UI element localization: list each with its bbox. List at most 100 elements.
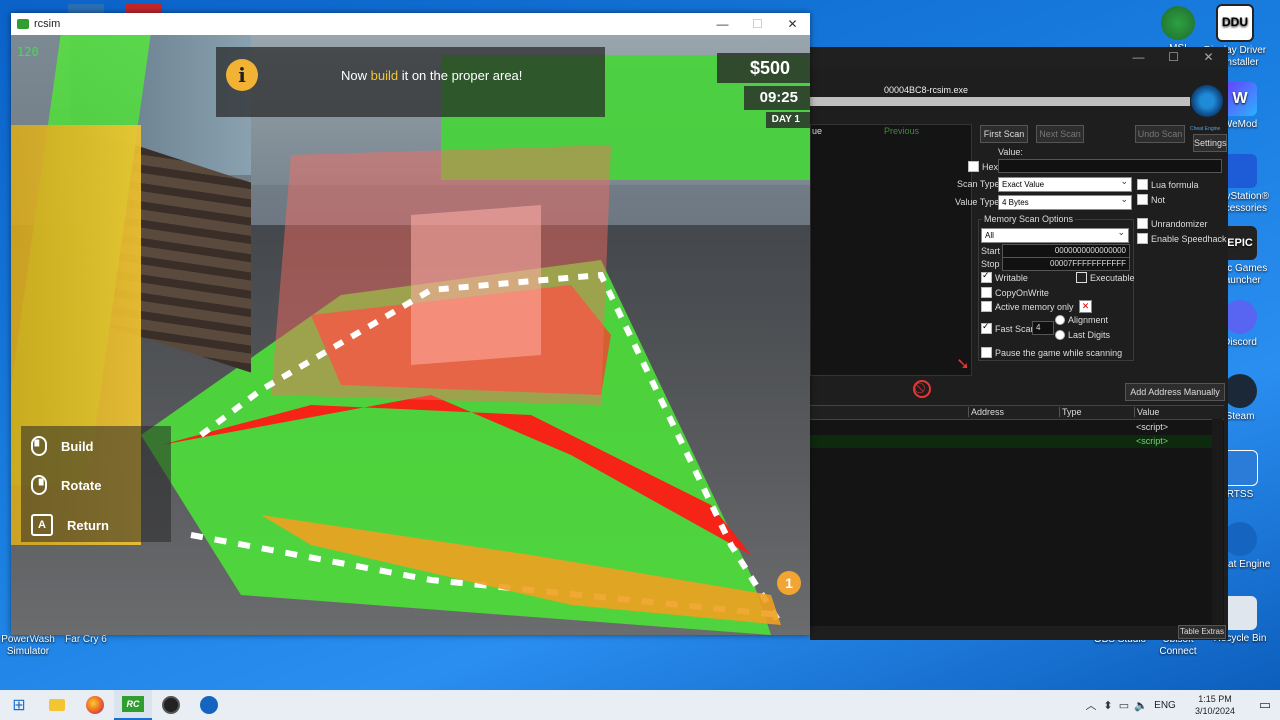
maximize-icon[interactable]: ☐ — [1156, 50, 1191, 64]
stop-input[interactable]: 00007FFFFFFFFFFF — [1002, 257, 1130, 271]
not-label: Not — [1151, 194, 1166, 205]
copyonwrite-checkbox[interactable]: CopyOnWrite — [981, 287, 1049, 298]
tray-clock[interactable]: 1:15 PM 3/10/2024 — [1180, 693, 1250, 717]
tray-volume-icon[interactable]: 🔈 — [1132, 699, 1150, 712]
unrandomizer-checkbox[interactable]: Unrandomizer — [1137, 218, 1208, 229]
game-window[interactable]: rcsim — ☐ ✕ 120 i Now build it on the pr… — [11, 13, 810, 635]
col-type[interactable]: Type — [1059, 407, 1134, 417]
stop-icon[interactable]: ⃠ — [913, 380, 931, 398]
checkbox-box[interactable] — [968, 161, 979, 172]
first-scan-button[interactable]: First Scan — [980, 125, 1028, 143]
cheat-engine-icon — [200, 696, 218, 714]
row-value: <script> — [1136, 436, 1169, 446]
checkbox-box[interactable] — [981, 301, 992, 312]
found-list[interactable]: ue Previous — [810, 124, 972, 376]
start-input[interactable]: 0000000000000000 — [1002, 244, 1130, 258]
lua-formula-checkbox[interactable]: Lua formula — [1137, 179, 1199, 190]
executable-checkbox[interactable]: Executable — [1076, 272, 1135, 283]
value-type-select[interactable]: 4 Bytes — [998, 193, 1132, 210]
minimize-icon[interactable]: — — [1121, 50, 1156, 64]
checkbox-box[interactable] — [981, 347, 992, 358]
tray-language[interactable]: ENG — [1150, 700, 1180, 711]
value-input[interactable] — [998, 159, 1222, 173]
table-extras-button[interactable]: Table Extras — [1178, 625, 1226, 639]
fast-scan-input[interactable]: 4 — [1032, 321, 1054, 335]
alignment-radio[interactable]: Alignment — [1055, 315, 1108, 325]
desktop-icon-label: Steam — [1225, 411, 1255, 422]
not-checkbox[interactable]: Not — [1137, 194, 1165, 205]
last-digits-radio[interactable]: Last Digits — [1055, 330, 1110, 340]
checkbox-box[interactable] — [1137, 194, 1148, 205]
add-address-button[interactable]: Add Address Manually — [1125, 383, 1225, 401]
desktop-icon-label: RTSS — [1226, 489, 1254, 500]
rcsim-app-icon — [17, 19, 29, 29]
close-icon[interactable]: ✕ — [775, 17, 810, 31]
cheat-engine-logo[interactable] — [1191, 85, 1223, 117]
money-value: $500 — [749, 58, 790, 78]
discord-icon — [1223, 300, 1257, 334]
desktop-icon-farcry[interactable]: Far Cry 6 — [52, 634, 120, 646]
mouse-left-icon: ▘ — [31, 436, 47, 456]
pause-game-checkbox[interactable]: Pause the game while scanning — [981, 347, 1122, 358]
checkbox-box[interactable] — [981, 321, 992, 334]
active-memory-checkbox[interactable]: Active memory only — [981, 301, 1074, 312]
fast-scan-label: Fast Scan — [995, 323, 1036, 334]
writable-checkbox[interactable]: Writable — [981, 270, 1028, 283]
speedhack-checkbox[interactable]: Enable Speedhack — [1137, 233, 1227, 244]
table-row[interactable]: <script> — [810, 421, 1212, 434]
control-label: Build — [61, 438, 94, 454]
col-address[interactable]: Address — [968, 407, 1059, 417]
epic-games-icon: EPIC — [1223, 226, 1257, 260]
taskbar-cheat-engine[interactable] — [190, 690, 228, 720]
fast-scan-checkbox[interactable]: Fast Scan — [981, 321, 1036, 334]
mouse-right-icon: ▝ — [31, 475, 47, 495]
info-icon: i — [226, 59, 258, 91]
table-row[interactable]: <script> — [810, 435, 1212, 448]
taskbar-file-explorer[interactable] — [38, 690, 76, 720]
start-button[interactable]: ⊞ — [0, 690, 38, 720]
checkbox-box[interactable] — [1137, 179, 1148, 190]
process-name: 00004BC8-rcsim.exe — [884, 85, 969, 95]
scrollbar[interactable] — [1212, 419, 1223, 624]
notification-icon[interactable]: ▭ — [1250, 697, 1280, 713]
clear-icon[interactable]: ✕ — [1079, 300, 1092, 313]
settings-button[interactable]: Settings — [1193, 134, 1227, 152]
tray-chevron-icon[interactable]: ︿ — [1082, 697, 1100, 713]
tray-network-icon[interactable]: ▭ — [1116, 699, 1132, 712]
maximize-icon[interactable]: ☐ — [740, 17, 775, 31]
address-table[interactable]: Address Type Value <script> <script> — [810, 405, 1224, 626]
close-icon[interactable]: ✕ — [1191, 50, 1226, 64]
region-select[interactable]: All — [981, 226, 1129, 243]
col-value[interactable]: Value — [1134, 407, 1159, 417]
cheat-engine-window[interactable]: — ☐ ✕ 00004BC8-rcsim.exe Cheat Engine ue… — [810, 47, 1228, 640]
marker-badge: 1 — [777, 571, 801, 595]
minimize-icon[interactable]: — — [705, 17, 740, 31]
taskbar-obs[interactable] — [152, 690, 190, 720]
undo-scan-button[interactable]: Undo Scan — [1135, 125, 1185, 143]
checkbox-box[interactable] — [1137, 233, 1148, 244]
pause-game-label: Pause the game while scanning — [995, 347, 1123, 358]
time-value: 09:25 — [759, 89, 798, 106]
checkbox-box[interactable] — [1076, 272, 1087, 283]
scan-type-select[interactable]: Exact Value — [998, 175, 1132, 192]
checkbox-box[interactable] — [981, 270, 992, 283]
taskbar-rcsim[interactable]: RC — [114, 690, 152, 720]
value-label: Value: — [998, 147, 1023, 157]
cheat-engine-icon — [1223, 522, 1257, 556]
stop-label: Stop — [981, 259, 1000, 269]
tray-usb-icon[interactable]: ⬍ — [1100, 699, 1116, 712]
steam-icon — [1223, 374, 1257, 408]
taskbar-firefox[interactable] — [76, 690, 114, 720]
ce-titlebar: — ☐ ✕ — [810, 47, 1228, 69]
pointer-arrow-icon[interactable]: ➘ — [953, 355, 973, 375]
game-viewport[interactable]: 120 i Now build it on the proper area! $… — [11, 35, 810, 635]
radio-dot[interactable] — [1055, 315, 1065, 325]
checkbox-box[interactable] — [1137, 218, 1148, 229]
next-scan-button[interactable]: Next Scan — [1036, 125, 1084, 143]
checkbox-box[interactable] — [981, 287, 992, 298]
lua-formula-label: Lua formula — [1151, 179, 1199, 190]
list-col-previous: Previous — [884, 126, 920, 136]
radio-dot[interactable] — [1055, 330, 1065, 340]
playstation-icon — [1223, 154, 1257, 188]
hex-checkbox[interactable]: Hex — [968, 161, 998, 172]
